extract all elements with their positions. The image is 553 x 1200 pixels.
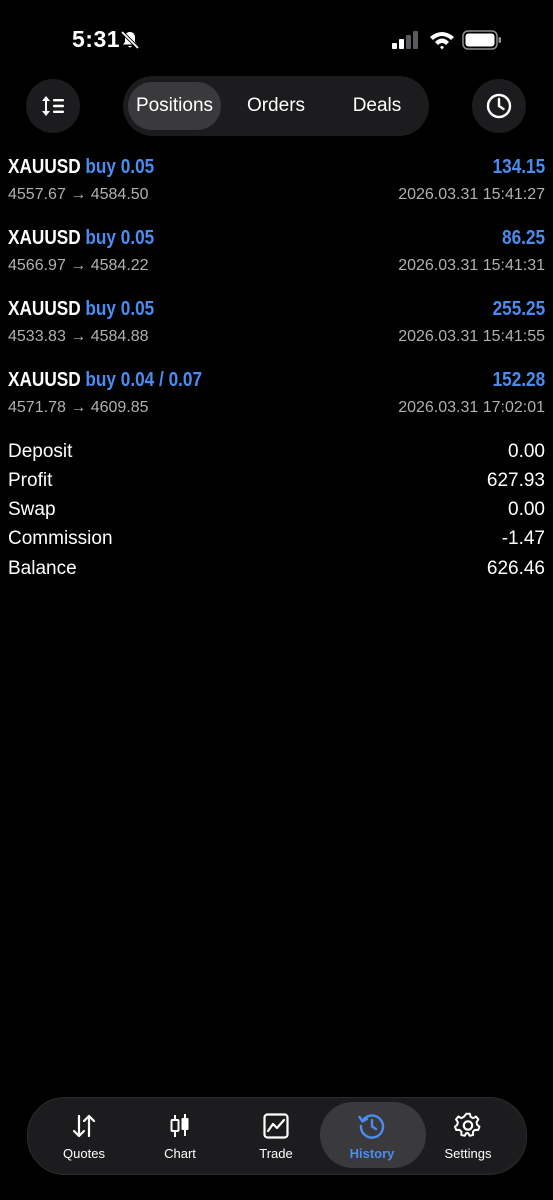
battery-icon [462, 30, 501, 50]
tab-positions[interactable]: Positions [128, 82, 221, 130]
deal-profit: 152.28 [492, 369, 545, 391]
cellular-signal-icon [392, 31, 418, 49]
sort-button[interactable] [26, 79, 80, 133]
summary-value: 626.46 [486, 558, 545, 579]
deal-direction: buy 0.04 / 0.07 [85, 369, 203, 391]
status-time: 5:31 [72, 26, 121, 52]
summary-balance: Balance 626.46 [8, 558, 545, 587]
quotes-icon [72, 1114, 96, 1138]
history-segment-control: Positions Orders Deals [123, 76, 429, 136]
deal-time: 2026.03.31 15:41:55 [398, 328, 545, 345]
deal-profit: 255.25 [492, 298, 545, 320]
deal-prices: 4533.83 → 4584.88 [8, 328, 149, 345]
tab-quotes[interactable]: Quotes [36, 1098, 132, 1174]
tab-history[interactable]: History [320, 1098, 426, 1174]
summary-label: Swap [8, 499, 56, 520]
summary-deposit: Deposit 0.00 [8, 441, 545, 470]
deal-symbol: XAUUSD [8, 369, 81, 391]
summary-value: -1.47 [501, 528, 545, 549]
tab-trade[interactable]: Trade [228, 1098, 324, 1174]
candlestick-icon [170, 1114, 189, 1137]
deal-time: 2026.03.31 15:41:27 [398, 186, 545, 203]
deal-direction: buy 0.05 [85, 227, 155, 249]
deal-direction: buy 0.05 [85, 298, 155, 320]
deal-profit: 86.25 [501, 227, 545, 249]
deal-time: 2026.03.31 15:41:31 [398, 257, 545, 274]
summary-label: Deposit [8, 441, 73, 462]
deal-prices: 4557.67 → 4584.50 [8, 186, 149, 203]
summary-profit: Profit 627.93 [8, 470, 545, 499]
tab-label: Settings [444, 1146, 492, 1161]
summary-value: 627.93 [486, 470, 545, 491]
summary-label: Balance [8, 558, 77, 579]
summary-value: 0.00 [508, 441, 545, 462]
deal-row[interactable]: XAUUSD buy 0.05 255.25 4533.83 → 4584.88… [0, 298, 553, 369]
tab-label: Quotes [63, 1146, 105, 1161]
wifi-icon [430, 32, 454, 50]
summary-label: Profit [8, 470, 53, 491]
deal-symbol: XAUUSD [8, 298, 81, 320]
gear-icon [454, 1112, 481, 1137]
history-icon [358, 1114, 385, 1139]
deal-time: 2026.03.31 17:02:01 [398, 399, 545, 416]
summary-value: 0.00 [508, 499, 545, 520]
deal-row[interactable]: XAUUSD buy 0.05 86.25 4566.97 → 4584.22 … [0, 227, 553, 298]
summary-commission: Commission -1.47 [8, 528, 545, 557]
tab-settings[interactable]: Settings [420, 1098, 516, 1174]
deal-symbol: XAUUSD [8, 227, 81, 249]
tab-label: History [349, 1146, 395, 1161]
deal-prices: 4566.97 → 4584.22 [8, 257, 149, 274]
clock-icon [486, 93, 512, 119]
deal-symbol: XAUUSD [8, 156, 81, 178]
tab-orders[interactable]: Orders [231, 82, 321, 130]
tab-deals[interactable]: Deals [331, 82, 423, 130]
bottom-tab-bar: Quotes Chart Trade History Settings [27, 1097, 527, 1175]
summary-swap: Swap 0.00 [8, 499, 545, 528]
summary-label: Commission [8, 528, 113, 549]
sort-icon [42, 96, 64, 116]
tab-label: Chart [164, 1146, 196, 1161]
deal-row[interactable]: XAUUSD buy 0.05 134.15 4557.67 → 4584.50… [0, 156, 553, 227]
deal-row[interactable]: XAUUSD buy 0.04 / 0.07 152.28 4571.78 → … [0, 369, 553, 440]
deal-prices: 4571.78 → 4609.85 [8, 399, 149, 416]
deal-profit: 134.15 [492, 156, 545, 178]
trade-chart-icon [263, 1113, 289, 1139]
deal-direction: buy 0.05 [85, 156, 155, 178]
bell-muted-icon [120, 30, 140, 50]
tab-label: Trade [259, 1146, 293, 1161]
tab-chart[interactable]: Chart [132, 1098, 228, 1174]
period-button[interactable] [472, 79, 526, 133]
